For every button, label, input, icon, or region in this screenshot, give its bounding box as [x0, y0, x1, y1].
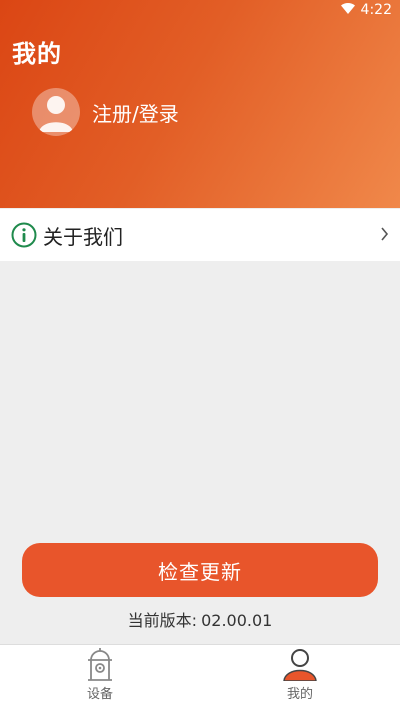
info-icon [11, 222, 37, 248]
version-info: 当前版本: 02.00.01 [0, 607, 400, 631]
avatar[interactable] [32, 88, 80, 136]
status-time: 4:22 [360, 2, 392, 18]
menu-item-about-us[interactable]: 关于我们 [0, 209, 400, 261]
chevron-right-icon [381, 227, 389, 241]
tab-mine-label: 我的 [286, 687, 313, 702]
person-icon [283, 649, 317, 681]
tab-mine[interactable]: 我的 [200, 645, 400, 711]
menu-item-label: 关于我们 [43, 224, 123, 249]
person-icon [39, 96, 73, 132]
tab-device[interactable]: 设备 [0, 645, 200, 711]
login-entry[interactable]: 注册/登录 [32, 88, 179, 136]
tab-device-label: 设备 [86, 687, 113, 702]
version-prefix: 当前版本: [127, 611, 198, 630]
wifi-icon [340, 2, 355, 18]
check-update-button[interactable]: 检查更新 [22, 543, 378, 597]
bottom-nav: 设备 我的 [0, 644, 400, 711]
status-bar: 4:22 [0, 0, 400, 22]
page-title: 我的 [12, 40, 62, 68]
version-number: 02.00.01 [201, 611, 273, 630]
status-icons: 4:22 [340, 2, 392, 18]
login-register-label[interactable]: 注册/登录 [92, 98, 179, 127]
profile-header: 4:22 我的 注册/登录 [0, 0, 400, 208]
device-icon [88, 648, 112, 681]
